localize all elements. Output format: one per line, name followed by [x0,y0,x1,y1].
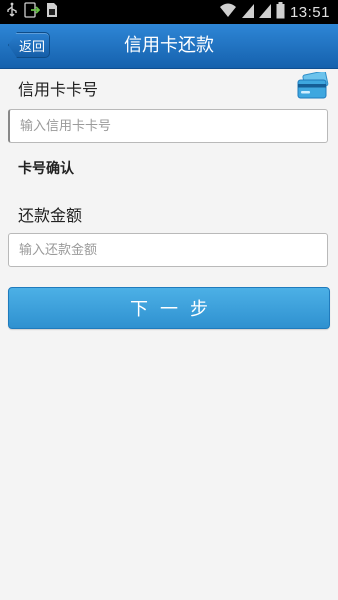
back-button-label: 返回 [18,39,45,55]
next-step-button[interactable]: 下一步 [8,287,330,329]
sim-icon [46,2,58,22]
status-bar-right: 13:51 [219,0,330,24]
amount-label: 还款金额 [18,206,83,225]
next-step-button-label: 下一步 [130,299,220,320]
status-bar: 13:51 [0,0,338,24]
card-confirm-label: 卡号确认 [18,161,74,177]
usb-icon [6,2,18,22]
status-time: 13:51 [289,3,330,21]
card-number-label: 信用卡卡号 [18,80,99,99]
credit-card-icon[interactable] [297,70,329,100]
card-number-input[interactable] [8,109,328,143]
transfer-icon [24,1,41,23]
signal-icon [241,2,254,22]
status-bar-left [6,1,58,23]
signal-icon [258,2,271,22]
back-button[interactable]: 返回 [8,32,50,58]
wifi-icon [219,2,237,22]
page-title: 信用卡还款 [124,35,214,56]
amount-input[interactable] [8,233,328,267]
title-bar: 信用卡还款 返回 [0,24,338,69]
battery-icon [276,1,285,23]
